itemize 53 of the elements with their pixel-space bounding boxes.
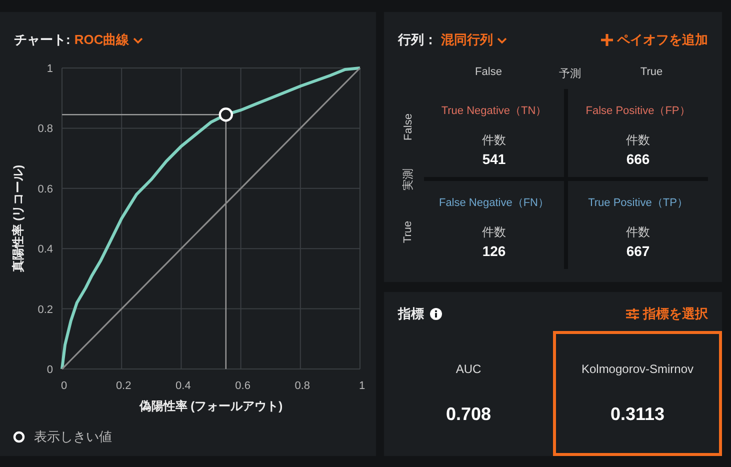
cell-title: False Negative（FN） <box>438 196 550 210</box>
cell-title: True Positive（TP） <box>588 196 688 210</box>
metrics-title: 指標 <box>398 305 424 323</box>
y-tick-label: 0.2 <box>38 304 53 316</box>
y-tick-label: 0.8 <box>38 123 53 136</box>
row-label: True <box>402 220 414 243</box>
x-tick-label: 0.4 <box>176 380 191 392</box>
x-axis-label: 偽陽性率 (フォールアウト) <box>139 399 283 413</box>
add-payoff-button[interactable]: ペイオフを追加 <box>601 31 708 49</box>
cell-title: True Negative（TN） <box>441 104 547 118</box>
count-label: 件数 <box>482 224 506 241</box>
y-axis-label: 真陽性率 (リコール) <box>11 164 25 272</box>
count-label: 件数 <box>626 132 650 149</box>
metric-card[interactable]: Kolmogorov-Smirnov 0.3113 <box>553 331 722 456</box>
y-tick-label: 1 <box>46 63 53 75</box>
metric-name: Kolmogorov-Smirnov <box>581 362 694 376</box>
metric-card[interactable]: AUC 0.708 <box>384 331 553 456</box>
count-label: 件数 <box>626 224 650 241</box>
chevron-icon <box>133 36 144 44</box>
count-value: 667 <box>626 243 650 259</box>
y-tick-label: 0.4 <box>38 244 53 256</box>
chart-type-dropdown[interactable]: ROC曲線 <box>74 31 144 49</box>
legend-label: 表示しきい値 <box>34 428 112 446</box>
threshold-marker[interactable] <box>218 108 233 122</box>
column-label: False <box>474 66 503 80</box>
row-label: False <box>402 113 414 140</box>
count-value: 541 <box>482 151 506 167</box>
chevron-icon <box>497 36 507 44</box>
predicted-axis-label: 予測 <box>558 67 582 81</box>
metric-name: AUC <box>456 362 482 376</box>
x-tick-label: 0.8 <box>294 380 310 392</box>
sliders-icon <box>626 308 639 320</box>
chart-label: チャート: <box>14 31 70 49</box>
x-tick-label: 0 <box>60 380 68 392</box>
info-icon[interactable] <box>430 308 442 320</box>
matrix-label: 行列： <box>398 31 437 49</box>
x-tick-label: 0.2 <box>116 380 132 392</box>
count-value: 666 <box>626 151 650 167</box>
select-metrics-button[interactable]: 指標を選択 <box>626 305 708 323</box>
column-label: True <box>639 66 664 80</box>
actual-axis-label: 実測 <box>401 168 416 190</box>
count-label: 件数 <box>482 132 506 149</box>
x-tick-label: 1 <box>358 380 366 392</box>
metric-value: 0.708 <box>446 404 492 425</box>
plus-icon <box>601 34 613 46</box>
metric-value: 0.3113 <box>610 404 665 425</box>
cell-title: False Positive（FP） <box>586 104 690 118</box>
x-tick-label: 0.6 <box>235 380 250 392</box>
count-value: 126 <box>482 243 506 259</box>
matrix-type-dropdown[interactable]: 混同行列 <box>441 31 507 49</box>
threshold-marker-icon <box>13 431 25 443</box>
y-tick-label: 0 <box>46 364 53 376</box>
y-tick-label: 0.6 <box>38 183 53 196</box>
